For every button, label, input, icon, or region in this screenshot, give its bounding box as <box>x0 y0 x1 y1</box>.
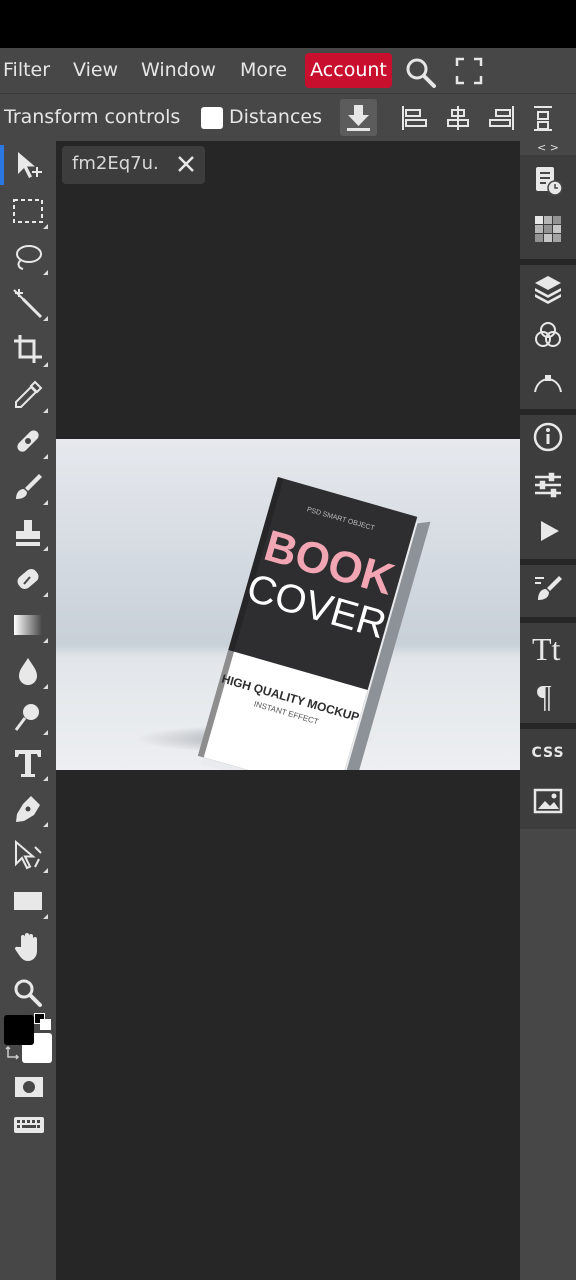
panel-group-3 <box>520 415 576 559</box>
options-bar: Transform controls Distances <box>0 93 576 141</box>
crop-icon <box>14 335 42 363</box>
pen-icon <box>16 796 40 822</box>
menu-more[interactable]: More <box>240 58 287 82</box>
bandage-icon <box>17 430 39 452</box>
layers-icon[interactable] <box>528 269 568 309</box>
crop-tool[interactable] <box>6 329 50 369</box>
foreground-color-swatch[interactable] <box>4 1015 34 1045</box>
align-top-icon[interactable] <box>530 104 556 132</box>
svg-text:¶: ¶ <box>537 679 552 711</box>
panel-group-5: Tt ¶ <box>520 623 576 723</box>
marquee-icon <box>13 199 43 223</box>
history-icon[interactable] <box>528 161 568 201</box>
shape-tool[interactable] <box>6 881 50 921</box>
search-icon[interactable] <box>403 55 437 89</box>
panel-group-4 <box>520 565 576 617</box>
fullscreen-icon[interactable] <box>455 57 483 85</box>
panel-toggle[interactable]: < > <box>520 141 576 155</box>
document-canvas[interactable]: PSD SMART OBJECT BOOK COVER HIGH QUALITY… <box>56 439 520 770</box>
magic-wand-tool[interactable] <box>6 283 50 323</box>
character-icon[interactable]: Tt <box>528 627 568 667</box>
menu-filter[interactable]: Filter <box>3 58 50 82</box>
download-icon <box>347 105 370 131</box>
play-actions-icon[interactable] <box>528 511 568 551</box>
eraser-icon <box>17 569 39 589</box>
align-right-icon[interactable] <box>488 104 516 132</box>
zoom-icon <box>14 979 42 1007</box>
swatches-icon[interactable] <box>528 209 568 249</box>
panel-group-2 <box>520 265 576 409</box>
info-icon[interactable] <box>528 417 568 457</box>
pen-tool[interactable] <box>6 789 50 829</box>
rectangle-icon <box>14 892 42 910</box>
menu-view[interactable]: View <box>73 58 118 82</box>
brush-tool[interactable] <box>6 467 50 507</box>
distances-label[interactable]: Distances <box>229 106 322 128</box>
close-icon[interactable] <box>174 152 198 176</box>
gradient-icon <box>14 615 42 635</box>
menu-bar: Filter View Window More <box>0 48 576 93</box>
dodge-icon <box>14 704 39 731</box>
hand-tool[interactable] <box>6 927 50 967</box>
brush-settings-icon[interactable] <box>528 569 568 609</box>
quick-mask-icon <box>15 1077 43 1097</box>
keyboard-icon <box>14 1117 44 1133</box>
menu-window[interactable]: Window <box>141 58 216 82</box>
eyedropper-icon <box>15 380 43 408</box>
document-tab-name[interactable]: fm2Eq7u. <box>72 153 158 174</box>
download-button[interactable] <box>340 99 377 136</box>
channels-icon[interactable] <box>528 315 568 355</box>
path-select-icon <box>15 839 42 870</box>
color-swatches[interactable] <box>4 1013 54 1065</box>
type-icon <box>15 750 41 777</box>
paths-icon[interactable] <box>528 361 568 401</box>
keyboard-button[interactable] <box>6 1105 50 1145</box>
align-left-icon[interactable] <box>400 104 428 132</box>
book-mockup-image: PSD SMART OBJECT BOOK COVER HIGH QUALITY… <box>56 439 520 770</box>
quick-mask-button[interactable] <box>6 1067 50 1107</box>
move-icon <box>18 152 42 178</box>
zoom-tool[interactable] <box>6 973 50 1013</box>
dodge-tool[interactable] <box>6 697 50 737</box>
stamp-icon <box>16 520 40 546</box>
distances-checkbox[interactable] <box>201 107 223 129</box>
brush-icon <box>16 474 42 499</box>
gradient-tool[interactable] <box>6 605 50 645</box>
blur-tool[interactable] <box>6 651 50 691</box>
lasso-icon <box>16 245 42 270</box>
clone-stamp-tool[interactable] <box>6 513 50 553</box>
account-button[interactable]: Account <box>305 53 392 88</box>
align-center-icon[interactable] <box>444 104 472 132</box>
path-select-tool[interactable] <box>6 835 50 875</box>
paragraph-icon[interactable]: ¶ <box>528 675 568 715</box>
transform-controls-label[interactable]: Transform controls <box>4 106 180 128</box>
tools-panel <box>0 141 56 1280</box>
move-tool[interactable] <box>0 145 50 185</box>
marquee-tool[interactable] <box>6 191 50 231</box>
document-tab[interactable]: fm2Eq7u. <box>62 146 205 184</box>
healing-brush-tool[interactable] <box>6 421 50 461</box>
hand-icon <box>14 933 37 961</box>
svg-text:Tt: Tt <box>532 631 561 665</box>
image-icon[interactable] <box>528 781 568 821</box>
css-icon[interactable]: CSS <box>528 735 568 775</box>
adjustments-icon[interactable] <box>528 465 568 505</box>
panel-group-1 <box>520 155 576 259</box>
drop-icon <box>19 658 37 685</box>
panel-group-6: CSS <box>520 729 576 829</box>
type-tool[interactable] <box>6 743 50 783</box>
lasso-tool[interactable] <box>6 237 50 277</box>
eraser-tool[interactable] <box>6 559 50 599</box>
eyedropper-tool[interactable] <box>6 375 50 415</box>
swap-colors-icon[interactable] <box>5 1045 21 1061</box>
magic-wand-icon <box>13 289 43 319</box>
status-bar <box>0 0 576 48</box>
right-panel: < > Tt ¶ CSS <box>520 141 576 1280</box>
